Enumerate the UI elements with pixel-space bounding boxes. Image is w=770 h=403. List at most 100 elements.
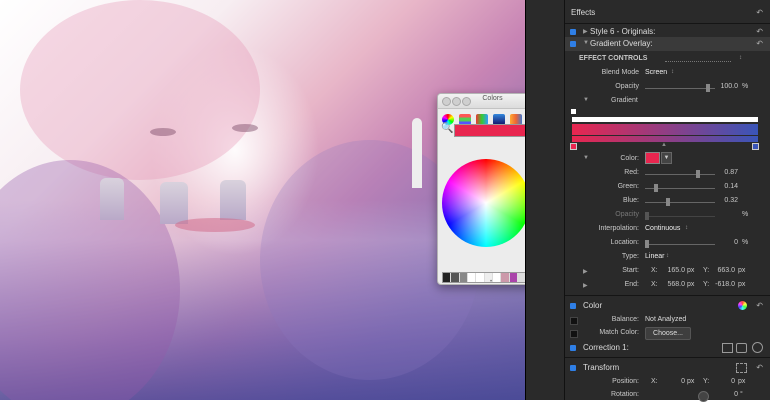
rotation-unit: °	[740, 391, 743, 398]
style-item-label: Style 6 - Originals:	[590, 27, 656, 36]
reset-icon[interactable]: ↶	[756, 363, 763, 372]
blue-row: Blue: 0.32	[565, 195, 770, 209]
type-value[interactable]: Linear	[645, 253, 664, 260]
inspector-panel: Effects ↶ ▶ Style 6 - Originals: ↶ ▼ Gra…	[525, 0, 770, 402]
hair-shape	[0, 160, 180, 400]
start-row: ▶ Start: X: 165.0 px Y: 663.0 px	[565, 265, 770, 279]
effects-header: Effects ↶	[565, 8, 770, 22]
reset-icon[interactable]: ↶	[756, 39, 763, 48]
end-y-unit: px	[738, 281, 746, 288]
start-label: Start:	[622, 267, 639, 274]
start-x-unit: px	[687, 267, 695, 274]
red-value[interactable]: 0.87	[720, 169, 738, 176]
color-section-header[interactable]: Color ↶	[565, 299, 770, 313]
interpolation-value[interactable]: Continuous	[645, 225, 680, 232]
opacity-row: Opacity 100.0 %	[565, 81, 770, 95]
opacity-value[interactable]: 100.0	[720, 83, 738, 90]
midpoint-marker[interactable]: ▲	[661, 142, 667, 148]
inspector-gutter	[526, 0, 564, 400]
stop-opacity-row: Opacity %	[565, 209, 770, 223]
red-slider-thumb[interactable]	[696, 170, 700, 178]
disclosure-down-icon[interactable]: ▼	[583, 40, 589, 46]
reset-icon[interactable]: ↶	[756, 27, 763, 36]
transform-onscreen-icon[interactable]	[736, 363, 747, 373]
end-y-label: Y:	[703, 281, 710, 288]
gradient-row: ▼ Gradient	[565, 95, 770, 109]
choose-button[interactable]: Choose...	[645, 327, 691, 340]
balance-value: Not Analyzed	[645, 316, 687, 323]
opacity-stop-marker[interactable]	[571, 109, 576, 114]
balance-label: Balance:	[611, 316, 639, 323]
gradient-overlay-row[interactable]: ▼ Gradient Overlay: ↶	[565, 38, 770, 52]
end-y-value[interactable]: -618.0	[711, 281, 735, 288]
position-y-value[interactable]: 0	[711, 378, 735, 385]
enable-checkbox[interactable]	[570, 41, 576, 47]
start-x-label: X:	[651, 267, 658, 274]
cooling-tower	[100, 178, 124, 220]
red-slider[interactable]	[645, 174, 715, 175]
color-stop-start[interactable]	[570, 143, 577, 150]
color-well[interactable]	[645, 152, 660, 164]
end-row: ▶ End: X: 568.0 px Y: -618.0 px	[565, 279, 770, 293]
location-value[interactable]: 0	[720, 239, 738, 246]
resize-grip[interactable]: •	[490, 279, 492, 284]
color-stop-end[interactable]	[752, 143, 759, 150]
color-board-icon[interactable]	[738, 301, 747, 310]
position-x-value[interactable]: 0	[661, 378, 685, 385]
blend-mode-value[interactable]: Screen	[645, 69, 667, 76]
opacity-slider[interactable]	[645, 88, 715, 89]
color-wheel[interactable]	[442, 159, 530, 247]
color-mask-icon[interactable]	[752, 342, 763, 353]
rotation-value[interactable]: 0	[720, 391, 738, 398]
popup-arrows-icon[interactable]: ↕	[666, 253, 669, 259]
enable-checkbox[interactable]	[570, 365, 576, 371]
green-label: Green:	[617, 183, 639, 190]
balance-row: Balance: Not Analyzed	[565, 314, 770, 328]
enable-checkbox[interactable]	[570, 29, 576, 35]
color-dropdown-icon[interactable]: ▼	[661, 152, 672, 164]
disclosure-down-icon[interactable]: ▼	[583, 97, 589, 103]
location-unit: %	[742, 239, 749, 246]
enable-checkbox[interactable]	[570, 345, 576, 351]
rotation-dial[interactable]	[698, 391, 709, 402]
popup-arrows-icon[interactable]: ↕	[739, 55, 742, 61]
eye-shape	[232, 124, 258, 132]
stop-opacity-thumb[interactable]	[645, 212, 649, 220]
transform-section-header[interactable]: Transform ↶	[565, 361, 770, 375]
cooling-tower	[220, 180, 246, 220]
opacity-slider-thumb[interactable]	[706, 84, 710, 92]
end-x-unit: px	[687, 281, 695, 288]
magnifier-icon[interactable]: 🔍	[441, 123, 453, 134]
reset-icon[interactable]: ↶	[756, 8, 763, 17]
blue-value[interactable]: 0.32	[720, 197, 738, 204]
stop-opacity-slider[interactable]	[645, 216, 715, 217]
opacity-gradient-bar[interactable]	[572, 117, 758, 122]
effects-label: Effects	[571, 8, 596, 17]
location-slider[interactable]	[645, 244, 715, 245]
transform-section-label: Transform	[583, 363, 620, 372]
start-y-label: Y:	[703, 267, 710, 274]
blend-mode-row: Blend Mode Screen ↕	[565, 67, 770, 81]
reset-icon[interactable]: ↶	[756, 301, 763, 310]
popup-arrows-icon[interactable]: ↕	[685, 225, 688, 231]
effect-controls-row[interactable]: EFFECT CONTROLS ↕	[565, 53, 770, 67]
enable-checkbox[interactable]	[570, 303, 576, 309]
green-slider-thumb[interactable]	[654, 184, 658, 192]
opacity-label: Opacity	[615, 83, 639, 90]
blend-mode-label: Blend Mode	[601, 69, 639, 76]
shape-mask-icon[interactable]	[736, 343, 747, 353]
correction-row[interactable]: Correction 1:	[565, 341, 770, 355]
end-x-value[interactable]: 568.0	[661, 281, 685, 288]
blue-slider[interactable]	[645, 202, 715, 203]
disclosure-right-icon[interactable]: ▶	[583, 28, 588, 35]
end-label: End:	[624, 281, 639, 288]
match-color-label: Match Color:	[599, 329, 639, 336]
popup-arrows-icon[interactable]: ↕	[671, 69, 674, 75]
green-value[interactable]: 0.14	[720, 183, 738, 190]
start-x-value[interactable]: 165.0	[661, 267, 685, 274]
blue-slider-thumb[interactable]	[666, 198, 670, 206]
color-label: Color:	[620, 155, 639, 162]
mask-icon[interactable]	[722, 343, 733, 353]
location-slider-thumb[interactable]	[645, 240, 649, 248]
start-y-value[interactable]: 663.0	[711, 267, 735, 274]
